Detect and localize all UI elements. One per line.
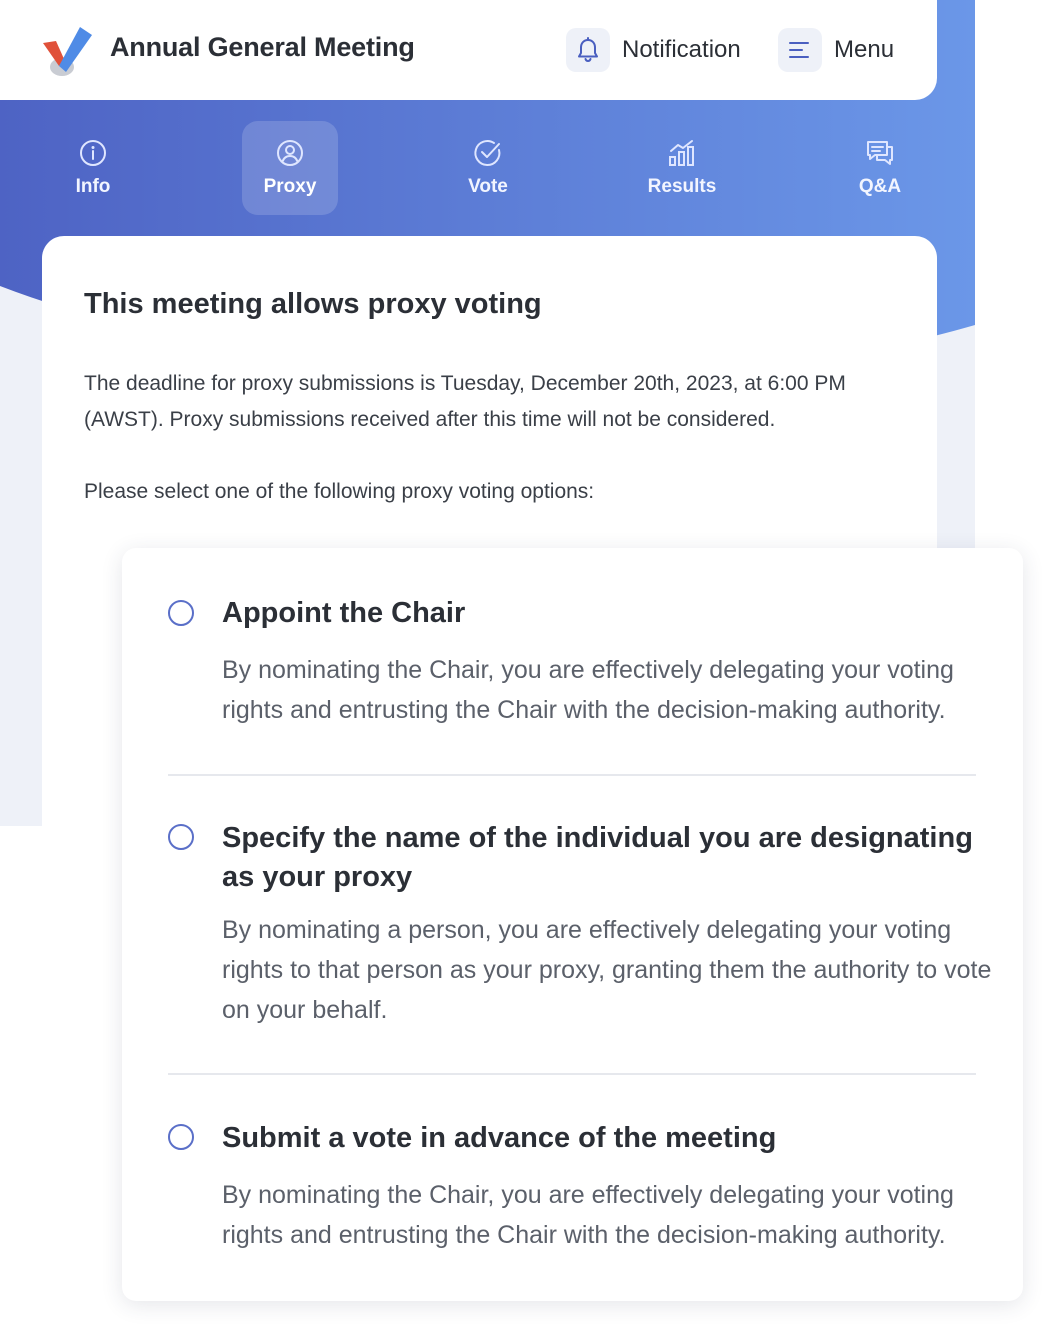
tab-qa[interactable]: Q&A <box>832 121 928 215</box>
radio-specify-proxy[interactable] <box>168 824 194 850</box>
bell-icon <box>578 37 598 63</box>
option-description: By nominating the Chair, you are effecti… <box>222 656 954 724</box>
chat-icon <box>867 141 893 165</box>
option-title: Specify the name of the individual you a… <box>222 822 973 893</box>
app-header: Annual General Meeting Notification Menu <box>0 0 937 100</box>
user-circle-icon <box>277 140 303 166</box>
info-icon <box>80 140 106 166</box>
tab-info[interactable]: Info <box>45 121 141 215</box>
tab-proxy[interactable]: Proxy <box>242 121 338 215</box>
menu-lines-icon <box>789 42 809 58</box>
divider <box>168 1073 976 1075</box>
menu-button[interactable]: Menu <box>778 28 894 72</box>
radio-advance-vote[interactable] <box>168 1124 194 1150</box>
proxy-options-card: Appoint the Chair By nominating the Chai… <box>122 548 1023 1301</box>
tab-results[interactable]: Results <box>634 121 730 215</box>
option-description: By nominating a person, you are effectiv… <box>222 916 992 1024</box>
option-title: Submit a vote in advance of the meeting <box>222 1122 777 1154</box>
option-title: Appoint the Chair <box>222 597 466 629</box>
notification-button[interactable]: Notification <box>566 28 741 72</box>
selection-prompt: Please select one of the following proxy… <box>84 480 595 503</box>
divider <box>168 774 976 776</box>
tab-bar: Info Proxy Vote Results Q&A <box>0 121 975 215</box>
app-title: Annual General Meeting <box>110 32 415 62</box>
tab-info-label: Info <box>75 176 111 197</box>
tab-qa-label: Q&A <box>858 176 902 197</box>
page-title: This meeting allows proxy voting <box>84 288 542 320</box>
tab-vote[interactable]: Vote <box>440 121 536 215</box>
menu-label: Menu <box>834 36 895 63</box>
notification-icon-box <box>566 28 610 72</box>
tab-vote-label: Vote <box>468 176 508 197</box>
chart-icon <box>669 140 694 166</box>
check-circle-icon <box>474 140 501 167</box>
tab-proxy-label: Proxy <box>263 176 317 197</box>
radio-appoint-chair[interactable] <box>168 600 194 626</box>
checkmark-logo <box>43 27 92 76</box>
tab-results-label: Results <box>647 176 717 197</box>
option-description: By nominating the Chair, you are effecti… <box>222 1181 954 1249</box>
deadline-text: The deadline for proxy submissions is Tu… <box>84 372 846 431</box>
menu-icon-box <box>778 28 822 72</box>
notification-label: Notification <box>622 36 741 63</box>
